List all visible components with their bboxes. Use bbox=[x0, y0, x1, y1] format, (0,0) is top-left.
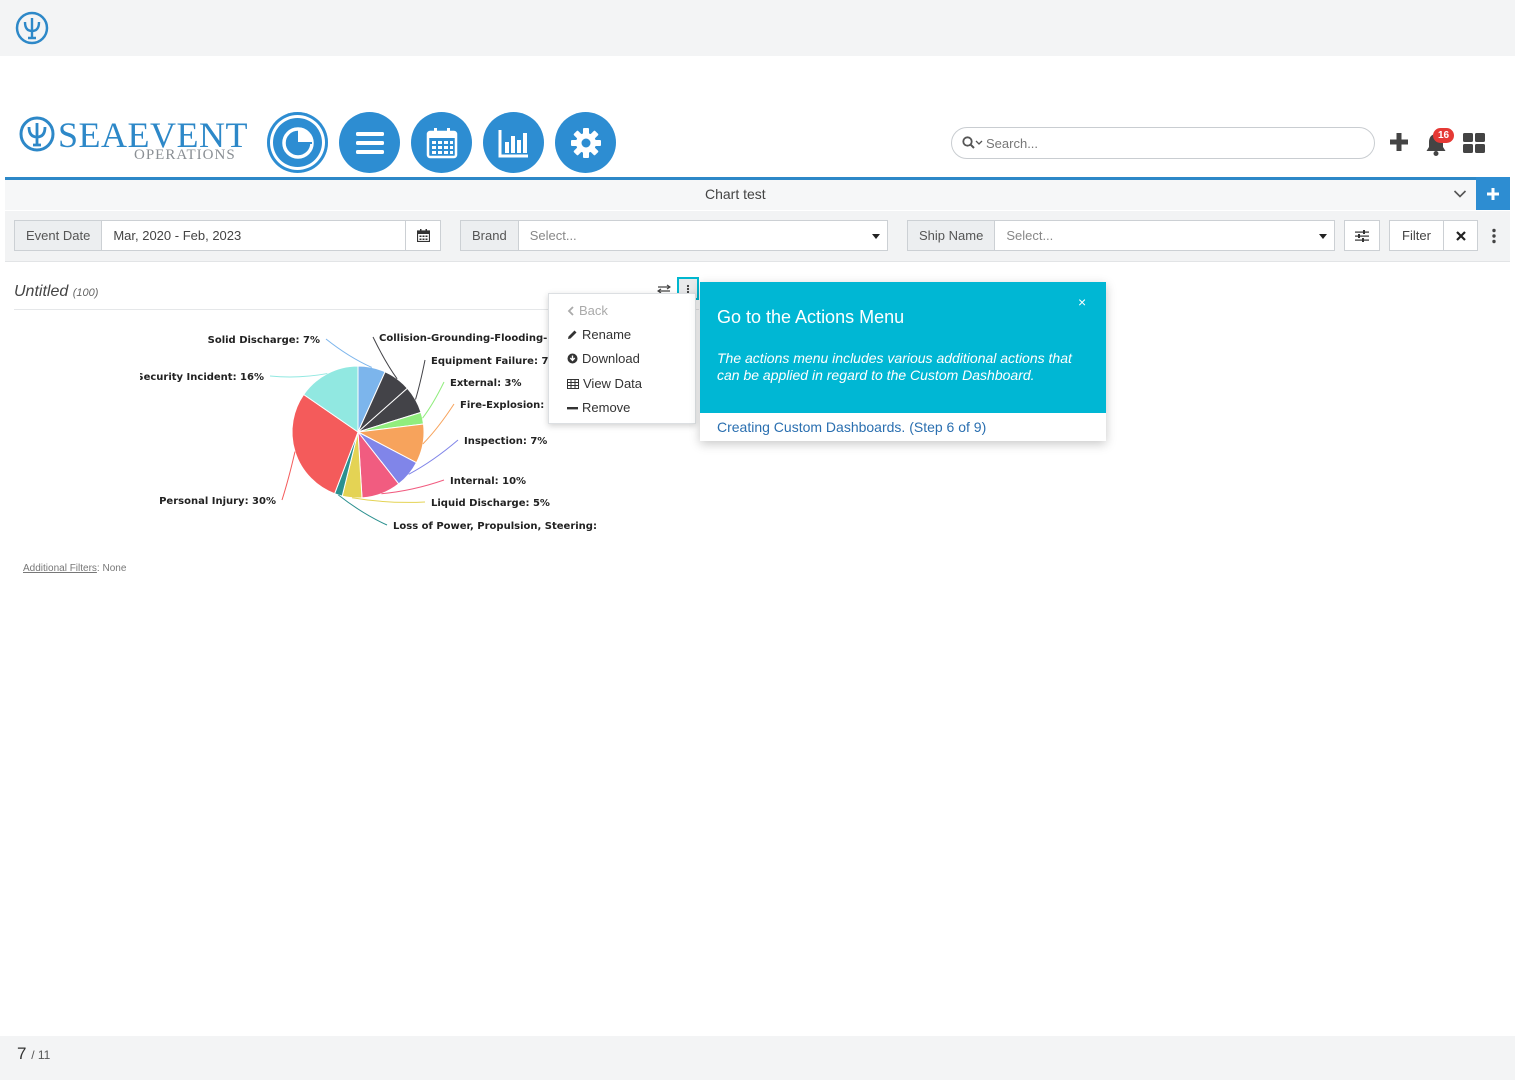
menu-item-view-data[interactable]: View Data bbox=[567, 376, 642, 391]
pie-connector bbox=[415, 359, 426, 400]
minus-icon bbox=[567, 406, 578, 409]
menu-item-download[interactable]: Download bbox=[567, 351, 640, 366]
caret-down-icon bbox=[872, 234, 880, 239]
event-date-value[interactable]: Mar, 2020 - Feb, 2023 bbox=[102, 221, 405, 250]
brand-logo[interactable]: SEAEVENT OPERATIONS bbox=[18, 113, 248, 167]
ship-name-select[interactable]: Select... bbox=[995, 221, 1334, 250]
pie-label: Fire-Explosion: 1 bbox=[460, 400, 555, 411]
pie-label: Collision-Grounding-Flooding-Lis bbox=[379, 333, 563, 344]
pie-chart: Solid Discharge: 7% Collision-Grounding-F… bbox=[140, 333, 600, 532]
advanced-filters-button[interactable] bbox=[1344, 220, 1380, 251]
gear-icon bbox=[570, 127, 601, 158]
pie-label: Security Incident: 16% bbox=[140, 372, 264, 383]
event-date-filter[interactable]: Event Date Mar, 2020 - Feb, 2023 bbox=[14, 220, 441, 251]
brand-subtitle: OPERATIONS bbox=[134, 147, 236, 163]
ship-name-filter[interactable]: Ship Name Select... bbox=[907, 220, 1335, 251]
pie-label: External: 3% bbox=[450, 378, 522, 389]
widget-count: (100) bbox=[72, 287, 99, 299]
apps-grid-icon[interactable] bbox=[1463, 133, 1485, 153]
menu-item-back[interactable]: Back bbox=[567, 303, 608, 318]
pie-label: Solid Discharge: 7% bbox=[208, 335, 320, 346]
widget-actions-menu: Back Rename Download View Data Remove bbox=[548, 293, 696, 424]
global-search[interactable] bbox=[951, 127, 1375, 159]
brand-label: Brand bbox=[461, 221, 519, 250]
ship-name-label: Ship Name bbox=[908, 221, 996, 250]
sliders-icon bbox=[1355, 229, 1369, 242]
pie-connector bbox=[422, 403, 455, 445]
brand-filter[interactable]: Brand Select... bbox=[460, 220, 888, 251]
menu-item-rename[interactable]: Rename bbox=[567, 327, 631, 342]
trident-emblem-icon bbox=[19, 116, 55, 152]
pie-label: Internal: 10% bbox=[450, 476, 526, 487]
pie-label: Loss of Power, Propulsion, Steering: 2% bbox=[393, 521, 600, 532]
tour-title: Go to the Actions Menu bbox=[717, 307, 905, 327]
additional-filters-link[interactable]: Additional Filters bbox=[23, 563, 97, 574]
event-date-label: Event Date bbox=[15, 221, 103, 250]
tour-popover: Go to the Actions Menu The actions menu … bbox=[700, 282, 1106, 441]
search-icon bbox=[962, 136, 983, 149]
menu-item-remove[interactable]: Remove bbox=[567, 400, 630, 415]
plus-icon bbox=[1487, 187, 1499, 200]
download-icon bbox=[567, 353, 578, 364]
close-icon bbox=[1455, 230, 1466, 241]
calendar-icon bbox=[416, 229, 430, 242]
additional-filters: Additional Filters: None bbox=[23, 563, 127, 574]
calendar-icon bbox=[426, 127, 457, 158]
dashboard-title: Chart test bbox=[705, 186, 766, 202]
current-page: 7 bbox=[17, 1044, 27, 1063]
pie-connector bbox=[351, 497, 426, 503]
more-vertical-icon[interactable] bbox=[1491, 228, 1497, 244]
pie-connector bbox=[325, 338, 373, 368]
caret-down-icon bbox=[1319, 234, 1327, 239]
clear-filters-button[interactable] bbox=[1443, 220, 1478, 251]
total-pages: / 11 bbox=[31, 1048, 51, 1062]
nav-settings-button[interactable] bbox=[555, 112, 616, 173]
notification-badge: 16 bbox=[1433, 128, 1455, 143]
date-picker-button[interactable] bbox=[405, 221, 440, 250]
nav-reports-button[interactable] bbox=[483, 112, 544, 173]
filter-button[interactable]: Filter bbox=[1389, 220, 1444, 251]
more-vertical-icon bbox=[686, 284, 690, 293]
chevron-left-icon bbox=[567, 305, 574, 316]
nav-list-button[interactable] bbox=[339, 112, 400, 173]
table-icon bbox=[567, 378, 579, 389]
pie-connector bbox=[281, 451, 296, 501]
search-input[interactable] bbox=[986, 133, 1356, 153]
nav-dashboards-button[interactable] bbox=[267, 112, 328, 173]
viewer-top-bar bbox=[0, 0, 1515, 56]
widget-title[interactable]: Untitled (100) bbox=[14, 283, 98, 301]
pie-connector bbox=[269, 373, 328, 378]
pencil-icon bbox=[568, 330, 577, 339]
pie-label: Personal Injury: 30% bbox=[159, 496, 276, 507]
pie-connector bbox=[422, 381, 445, 419]
trident-logo-icon bbox=[15, 11, 49, 45]
viewer-bottom-bar bbox=[0, 1036, 1515, 1080]
pie-label: Liquid Discharge: 5% bbox=[431, 498, 550, 509]
nav-calendar-button[interactable] bbox=[411, 112, 472, 173]
page-indicator: 7 / 11 bbox=[17, 1044, 50, 1064]
add-dashboard-button[interactable] bbox=[1476, 177, 1510, 210]
tour-header: Go to the Actions Menu The actions menu … bbox=[700, 282, 1106, 413]
tour-close-button[interactable]: × bbox=[1078, 294, 1086, 310]
chevron-down-icon[interactable] bbox=[1453, 189, 1467, 199]
tour-body: The actions menu includes various additi… bbox=[717, 350, 1072, 383]
brand-select[interactable]: Select... bbox=[519, 221, 887, 250]
add-icon[interactable] bbox=[1389, 132, 1409, 152]
list-icon bbox=[355, 131, 384, 154]
tour-step-link[interactable]: Creating Custom Dashboards. (Step 6 of 9… bbox=[717, 419, 986, 435]
pie-label: Equipment Failure: 7% bbox=[431, 356, 558, 367]
pie-label: Inspection: 7% bbox=[464, 436, 547, 447]
pie-chart-icon bbox=[281, 126, 314, 159]
bar-chart-icon bbox=[498, 129, 528, 157]
